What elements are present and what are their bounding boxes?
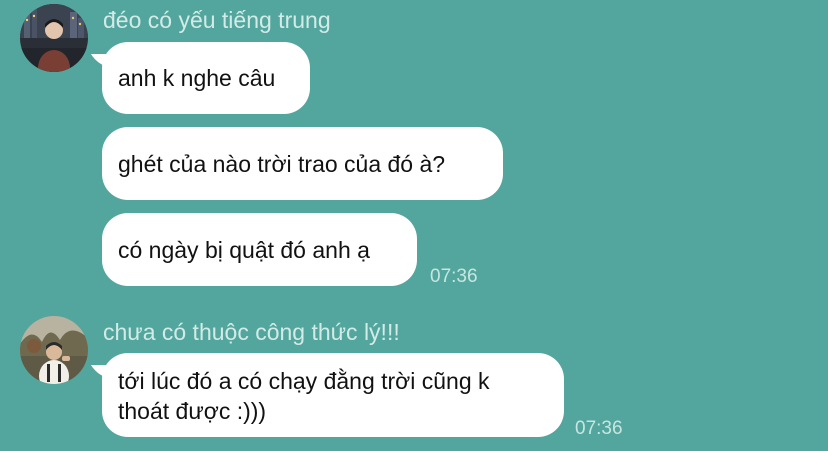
sender-name: chưa có thuộc công thức lý!!! xyxy=(103,319,400,345)
message-bubble[interactable]: có ngày bị quật đó anh ạ xyxy=(102,213,417,286)
message-text: ghét của nào trời trao của đó à? xyxy=(118,150,446,177)
chat-area: đéo có yếu tiếng trung anh k nghe câu gh… xyxy=(0,0,828,451)
sender-avatar[interactable] xyxy=(20,316,88,384)
sender-name: đéo có yếu tiếng trung xyxy=(103,7,331,33)
message-bubble[interactable]: ghét của nào trời trao của đó à? xyxy=(102,127,503,200)
message-text: có ngày bị quật đó anh ạ xyxy=(118,236,370,263)
message-timestamp: 07:36 xyxy=(575,418,623,439)
message-bubble[interactable]: anh k nghe câu xyxy=(102,42,310,114)
avatar-photo-outdoor-park xyxy=(20,316,88,384)
message-text: anh k nghe câu xyxy=(118,65,276,91)
message-text: tới lúc đó a có chạy đằng trời cũng k th… xyxy=(118,368,490,424)
avatar-photo-city-night xyxy=(20,4,88,72)
sender-avatar[interactable] xyxy=(20,4,88,72)
message-bubble[interactable]: tới lúc đó a có chạy đằng trời cũng k th… xyxy=(102,353,564,437)
message-timestamp: 07:36 xyxy=(430,266,478,287)
